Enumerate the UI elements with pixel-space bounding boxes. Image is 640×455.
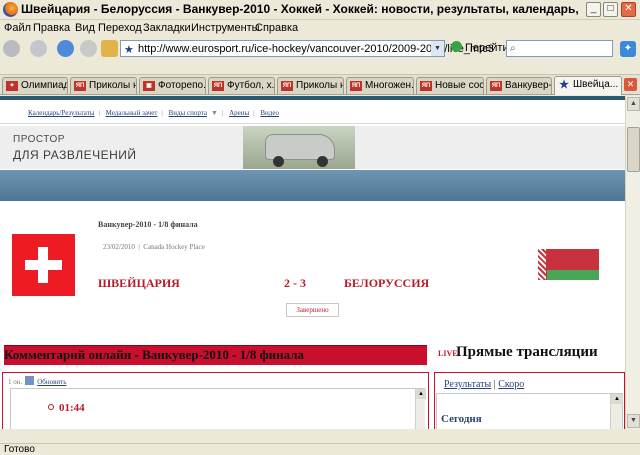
scroll-up-icon[interactable]: ▲ (416, 389, 426, 399)
banner-line-1: ПРОСТОР (13, 134, 65, 145)
home-team-name: ШВЕЙЦАРИЯ (98, 276, 180, 290)
status-text: Готово (4, 444, 35, 455)
soon-link[interactable]: Скоро (498, 379, 524, 390)
tab-vancouver[interactable]: ЯПВанкувер-... (486, 77, 552, 94)
addon-icon[interactable]: ✦ (620, 41, 636, 57)
stop-icon[interactable] (80, 40, 97, 57)
bullet-icon (48, 404, 54, 410)
forward-icon[interactable] (30, 40, 47, 57)
scroll-up-icon[interactable]: ▲ (627, 97, 640, 111)
address-bar[interactable]: ★ http://www.eurosport.ru/ice-hockey/van… (120, 40, 494, 57)
top-band (0, 96, 625, 100)
nav-medal-table[interactable]: Медальный зачет (106, 109, 158, 117)
tab-favicon-icon: ЯП (74, 81, 86, 91)
sub-navigation: Календарь/Результаты | Медальный зачет | В… (28, 109, 283, 117)
search-input[interactable]: ⌕ (506, 40, 613, 57)
title-bar: Швейцария - Белоруссия - Ванкувер-2010 -… (0, 0, 640, 20)
reload-icon[interactable] (57, 40, 74, 57)
tab-jokes-2[interactable]: ЯППриколы н... (277, 77, 344, 94)
back-icon[interactable] (3, 40, 20, 57)
live-badge: LIVE (438, 349, 458, 358)
page-scrollbar[interactable]: ▲ ▼ (625, 96, 640, 429)
maximize-button[interactable]: □ (603, 2, 618, 17)
belarus-flag-icon (538, 249, 599, 280)
nav-video[interactable]: Видео (260, 109, 279, 117)
tab-favicon-icon: ЯП (490, 81, 502, 91)
nav-calendar-results[interactable]: Календарь/Результаты (28, 109, 94, 117)
today-heading: Сегодня (441, 413, 482, 425)
ad-banner[interactable]: ПРОСТОР ДЛЯ РАЗВЛЕЧЕНИЙ (0, 126, 625, 169)
tab-new-compositions[interactable]: ЯПНовые сос... (416, 77, 484, 94)
live-scrollbar[interactable]: ▲ (610, 394, 623, 429)
menu-go[interactable]: Переход (98, 22, 142, 34)
minimize-button[interactable]: _ (586, 2, 601, 17)
menu-help[interactable]: Справка (255, 22, 298, 34)
go-arrow-icon (451, 41, 462, 52)
nav-dropdown-icon[interactable]: ▼ (211, 109, 218, 117)
window-title: Швейцария - Белоруссия - Ванкувер-2010 -… (21, 2, 581, 16)
nav-separator: | (253, 109, 255, 117)
tab-favicon-icon: ЯП (350, 81, 362, 91)
menu-bar: Файл Правка Вид Переход Закладки Инструм… (0, 20, 640, 37)
search-icon: ⌕ (510, 43, 516, 54)
tab-olympiad[interactable]: ✦Олимпиад... (2, 77, 68, 94)
nav-separator: | (221, 109, 224, 117)
nav-sports[interactable]: Виды спорта (169, 109, 207, 117)
scroll-down-icon[interactable]: ▼ (627, 414, 640, 428)
home-icon[interactable] (101, 40, 118, 57)
banner-car-image (243, 126, 355, 169)
go-button[interactable]: Перейти (451, 41, 509, 54)
menu-file[interactable]: Файл (4, 22, 31, 34)
tab-bar: ✦Олимпиад... ЯППриколы н... ▣Фоторепо...… (0, 74, 640, 95)
away-team-name: БЕЛОРУССИЯ (344, 276, 430, 290)
match-date-venue: 23/02/2010 | Canada Hockey Place (103, 243, 205, 251)
wheel (317, 156, 328, 167)
close-window-button[interactable]: ✕ (621, 2, 636, 17)
tab-football[interactable]: ЯП Футбол, х... (208, 77, 275, 94)
match-score: 2 - 3 (284, 276, 306, 290)
commentary-scrollbar[interactable]: ▲ (415, 389, 426, 429)
status-bar: Готово (0, 443, 640, 455)
refresh-row: 1 он. Обновить (8, 376, 67, 386)
nav-separator: | (161, 109, 163, 117)
commentary-event-time: 01:44 (48, 402, 85, 414)
tab-favicon-icon: ★ (559, 79, 569, 91)
refresh-icon[interactable] (25, 376, 35, 385)
match-status-badge: Завершено (286, 303, 339, 317)
tab-jokes-1[interactable]: ЯППриколы н... (70, 77, 137, 94)
switzerland-flag-icon (12, 234, 75, 296)
scroll-up-icon[interactable]: ▲ (611, 394, 623, 404)
tab-favicon-icon: ЯП (420, 81, 432, 91)
tab-favicon-icon: ▣ (143, 81, 155, 91)
live-broadcasts-heading: Прямые трансляции (456, 344, 598, 360)
scroll-thumb[interactable] (627, 127, 640, 172)
tab-favicon-icon: ЯП (212, 81, 224, 91)
live-links: Результаты | Скоро (444, 379, 525, 390)
tab-favicon-icon: ЯП (281, 81, 293, 91)
banner-line-2: ДЛЯ РАЗВЛЕЧЕНИЙ (13, 148, 137, 162)
menu-edit[interactable]: Правка (33, 22, 70, 34)
tab-switzerland-active[interactable]: ★ Швейца... (554, 76, 622, 95)
menu-tools[interactable]: Инструменты (191, 22, 260, 34)
results-link[interactable]: Результаты (444, 379, 491, 390)
commentary-heading: Комментарий онлайн - Ванкувер-2010 - 1/8… (4, 345, 427, 365)
nav-separator: | (98, 109, 100, 117)
header-band (0, 170, 625, 201)
wheel (273, 156, 284, 167)
menu-bookmarks[interactable]: Закладки (143, 22, 191, 34)
url-dropdown-icon[interactable]: ▼ (431, 41, 444, 56)
tab-photo-report[interactable]: ▣Фоторепо... (139, 77, 206, 94)
nav-arenas[interactable]: Арены (229, 109, 249, 117)
menu-view[interactable]: Вид (75, 22, 95, 34)
refresh-link[interactable]: Обновить (37, 378, 66, 386)
divider (0, 123, 625, 124)
tab-favicon-icon: ✦ (6, 81, 18, 91)
close-tab-button[interactable]: ✕ (624, 78, 637, 91)
tab-polygamy[interactable]: ЯП Многожен... (346, 77, 414, 94)
firefox-icon (3, 2, 18, 17)
match-round: Ванкувер-2010 - 1/8 финала (98, 220, 198, 229)
web-page: Календарь/Результаты | Медальный зачет | В… (0, 96, 625, 429)
site-favicon-icon: ★ (124, 44, 134, 56)
